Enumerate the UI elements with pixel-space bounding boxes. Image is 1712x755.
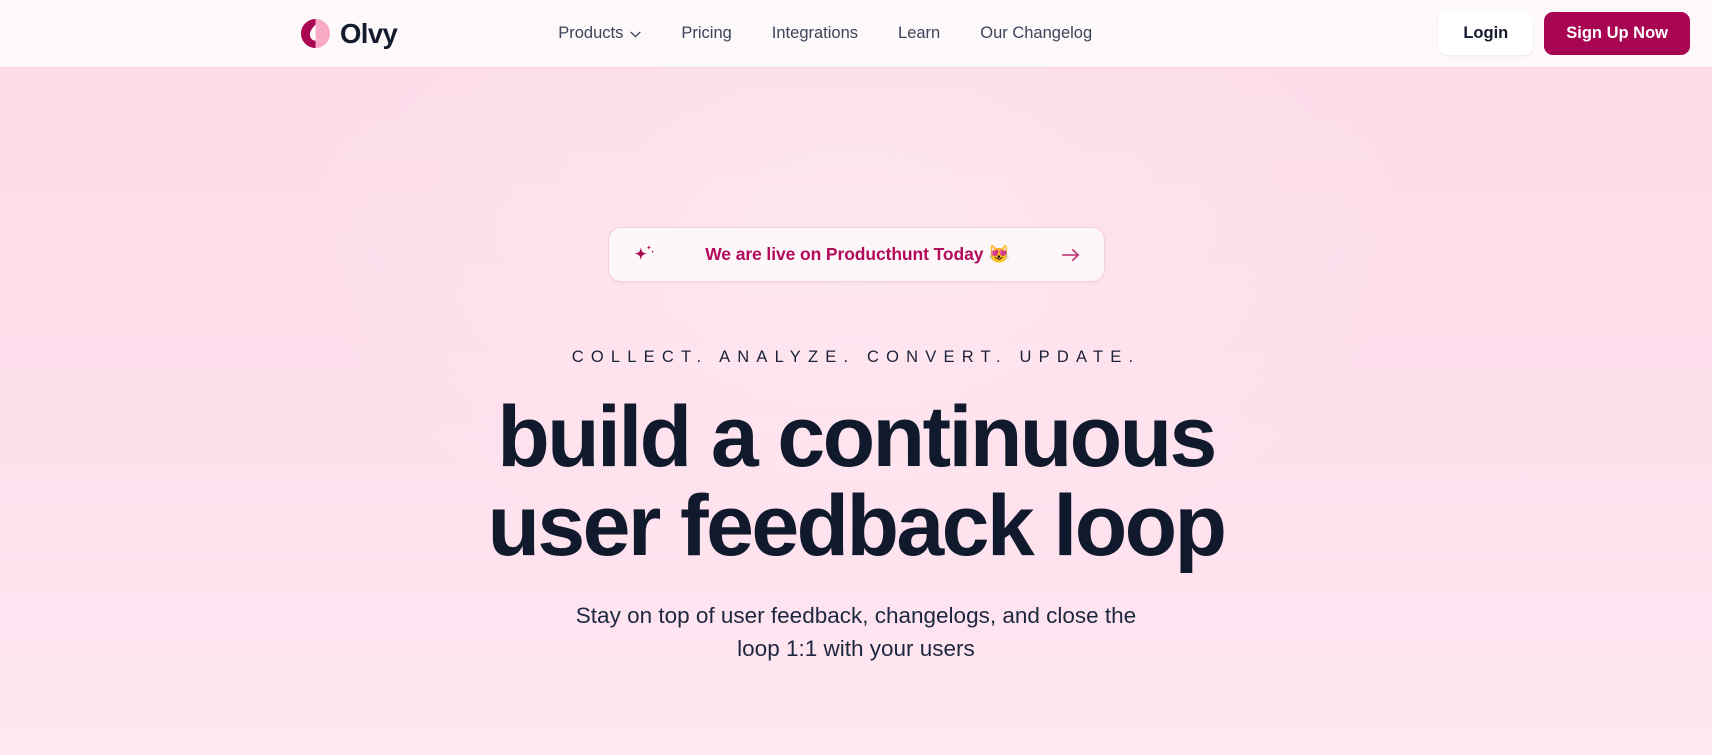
nav-label-our-changelog: Our Changelog xyxy=(980,24,1093,43)
hero-subtext: Stay on top of user feedback, changelogs… xyxy=(576,600,1136,665)
nav-item-integrations[interactable]: Integrations xyxy=(752,19,878,48)
signup-button[interactable]: Sign Up Now xyxy=(1544,12,1690,55)
landing-page: Olvy Products Pricing Integrations Learn… xyxy=(0,0,1712,755)
chevron-down-icon xyxy=(630,31,641,38)
nav-label-integrations: Integrations xyxy=(771,24,859,43)
login-button[interactable]: Login xyxy=(1438,12,1534,55)
nav-label-pricing: Pricing xyxy=(681,24,732,43)
nav-label-products: Products xyxy=(558,24,624,43)
nav-item-our-changelog[interactable]: Our Changelog xyxy=(960,19,1112,48)
main-nav: Products Pricing Integrations Learn Our … xyxy=(538,19,1112,48)
hero-headline-line-2: user feedback loop xyxy=(487,477,1228,574)
brand-name: Olvy xyxy=(340,17,398,49)
hero-subtext-line-1: Stay on top of user feedback, changelogs… xyxy=(575,603,1137,629)
header-actions: Login Sign Up Now xyxy=(1438,12,1690,55)
hero-eyebrow: COLLECT. ANALYZE. CONVERT. UPDATE. xyxy=(571,348,1141,366)
site-header: Olvy Products Pricing Integrations Learn… xyxy=(0,0,1712,68)
olvy-logo-icon xyxy=(300,18,331,49)
hero-section: We are live on Producthunt Today 😻 COLLE… xyxy=(0,68,1712,755)
nav-label-learn: Learn xyxy=(898,24,941,43)
brand-logo-link[interactable]: Olvy xyxy=(300,17,398,49)
announcement-banner[interactable]: We are live on Producthunt Today 😻 xyxy=(607,227,1105,282)
nav-item-pricing[interactable]: Pricing xyxy=(661,19,751,48)
hero-headline: build a continuous user feedback loop xyxy=(487,389,1228,574)
hero-headline-line-1: build a continuous xyxy=(497,389,1217,485)
arrow-right-icon xyxy=(1061,248,1079,261)
announcement-text: We are live on Producthunt Today 😻 xyxy=(705,244,1010,264)
sparkle-icon xyxy=(633,245,654,261)
nav-item-learn[interactable]: Learn xyxy=(878,19,960,48)
hero-subtext-line-2: loop 1:1 with your users xyxy=(737,635,975,661)
nav-item-products[interactable]: Products xyxy=(538,19,661,48)
